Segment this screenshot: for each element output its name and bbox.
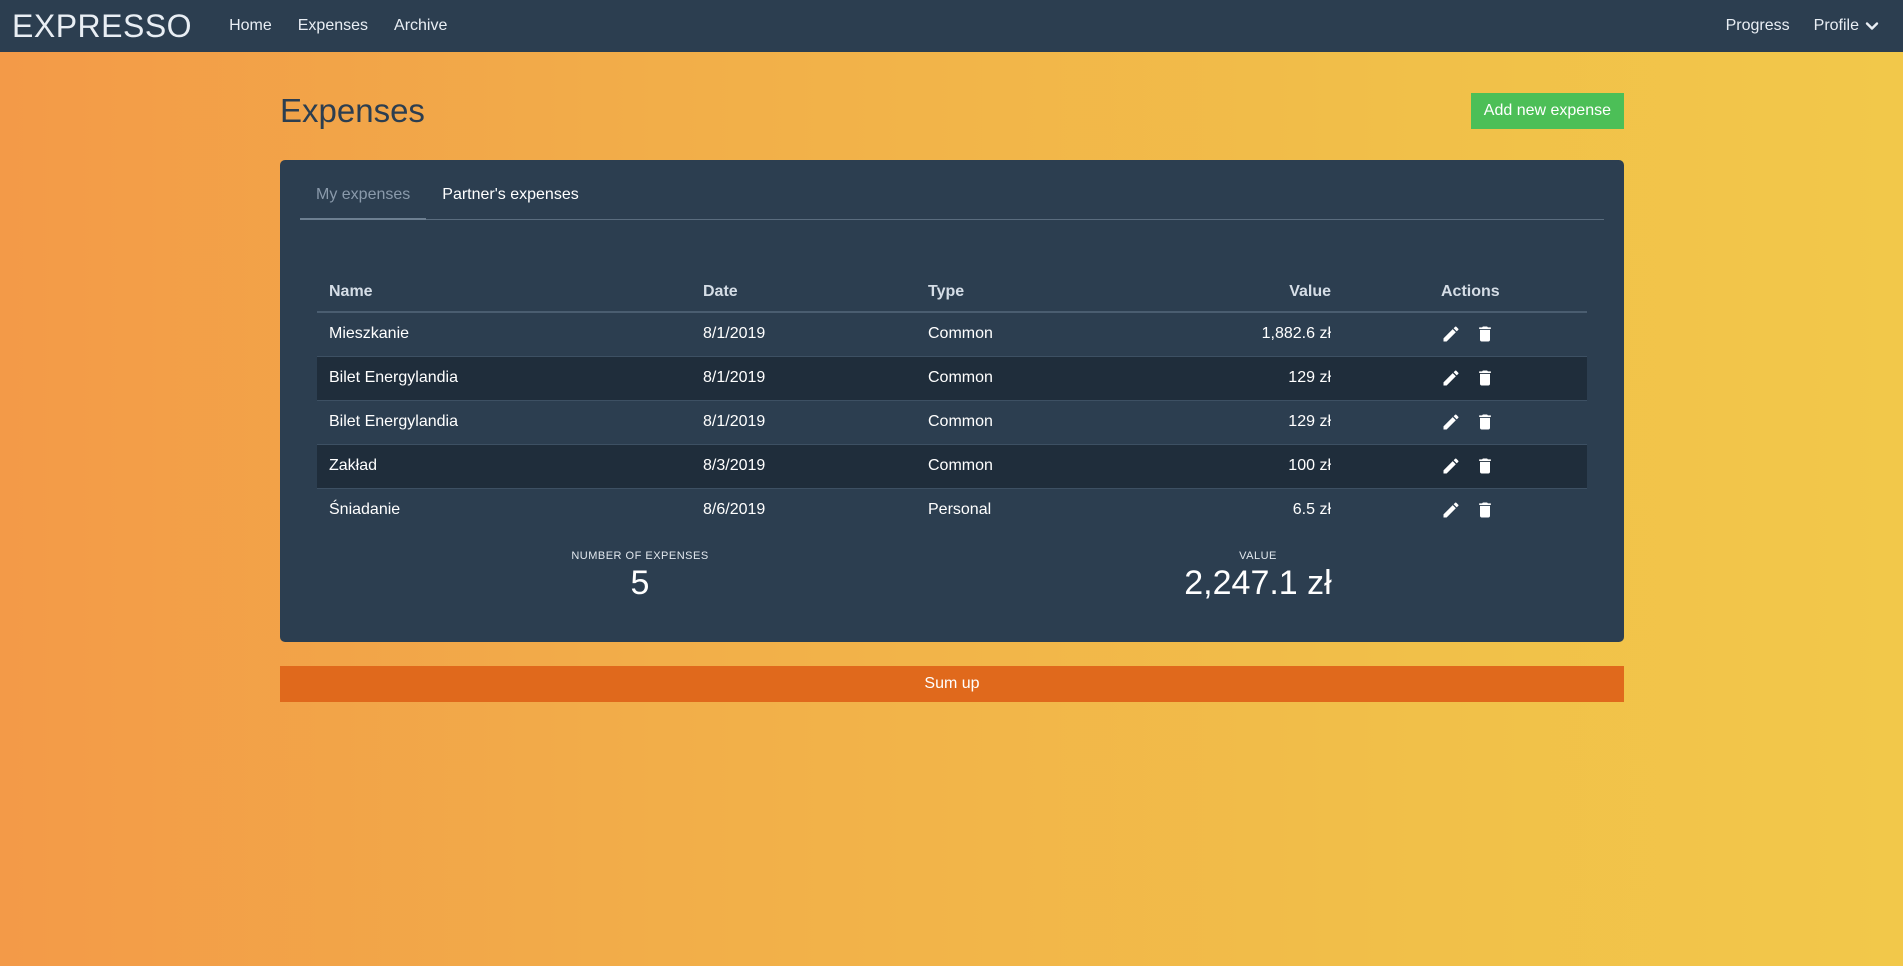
nav-home[interactable]: Home [229,17,272,35]
table-row: Mieszkanie 8/1/2019 Common 1,882.6 zł [317,312,1587,356]
pencil-icon[interactable] [1441,456,1461,476]
table-header-row: Name Date Type Value Actions [317,272,1587,313]
trash-icon[interactable] [1475,368,1495,388]
profile-dropdown[interactable]: Profile [1814,17,1879,35]
pencil-icon[interactable] [1441,412,1461,432]
expenses-table: Name Date Type Value Actions Mieszkanie … [317,272,1587,532]
brand-logo[interactable]: EXPRESSO [12,8,192,45]
table-row: Śniadanie 8/6/2019 Personal 6.5 zł [317,487,1587,532]
page-title: Expenses [280,92,425,129]
expense-stats: NUMBER OF EXPENSES 5 VALUE 2,247.1 zł [280,550,1624,620]
table-row: Bilet Energylandia 8/1/2019 Common 129 z… [317,355,1587,400]
trash-icon[interactable] [1475,412,1495,432]
cell-value: 6.5 zł [1126,487,1343,532]
cell-name: Bilet Energylandia [317,399,691,444]
cell-name: Bilet Energylandia [317,355,691,400]
cell-actions [1343,443,1587,488]
tab-my-expenses[interactable]: My expenses [300,182,427,220]
cell-type: Common [916,443,1126,488]
sum-up-button[interactable]: Sum up [280,666,1624,702]
expense-tabs: My expenses Partner's expenses [300,182,1604,220]
add-new-expense-button[interactable]: Add new expense [1470,93,1624,129]
header-type: Type [916,272,1126,313]
cell-date: 8/1/2019 [691,399,916,444]
stat-value: 2,247.1 zł [1184,564,1332,602]
trash-icon[interactable] [1475,500,1495,520]
cell-date: 8/3/2019 [691,443,916,488]
stat-label: NUMBER OF EXPENSES [571,550,709,562]
cell-name: Mieszkanie [329,325,410,343]
cell-actions [1343,355,1587,400]
table-row: Bilet Energylandia 8/1/2019 Common 129 z… [317,399,1587,444]
pencil-icon[interactable] [1441,500,1461,520]
cell-name: Zakład [317,443,691,488]
stat-total-value: VALUE 2,247.1 zł [1108,550,1408,603]
nav-progress[interactable]: Progress [1726,17,1790,35]
stat-number-of-expenses: NUMBER OF EXPENSES 5 [490,550,790,603]
cell-value: 1,882.6 zł [1261,325,1331,343]
tab-partners-expenses[interactable]: Partner's expenses [426,182,594,220]
header-actions: Actions [1343,272,1587,313]
navbar: EXPRESSO Home Expenses Archive Progress … [0,0,1903,52]
cell-date: 8/6/2019 [691,487,916,532]
pencil-icon[interactable] [1441,368,1461,388]
cell-date: 8/1/2019 [691,355,916,400]
cell-actions [1343,399,1587,444]
cell-name: Śniadanie [317,487,691,532]
cell-actions [1343,487,1587,532]
cell-value: 129 zł [1126,399,1343,444]
cell-value: 100 zł [1126,443,1343,488]
cell-actions [1343,312,1587,356]
trash-icon[interactable] [1475,456,1495,476]
stat-value: 5 [630,564,650,602]
expenses-card: My expenses Partner's expenses Name Date… [280,160,1624,642]
cell-type: Common [928,325,993,343]
cell-value: 129 zł [1126,355,1343,400]
cell-type: Common [916,399,1126,444]
page-header: Expenses Add new expense [280,52,1624,160]
nav-archive[interactable]: Archive [394,17,447,35]
stat-label: VALUE [1239,550,1277,562]
pencil-icon[interactable] [1441,324,1461,344]
trash-icon[interactable] [1475,324,1495,344]
header-date: Date [691,272,916,313]
main-content: Expenses Add new expense My expenses Par… [280,52,1624,702]
header-name: Name [317,272,691,313]
nav-expenses[interactable]: Expenses [298,17,368,35]
nav-right: Progress Profile [1714,17,1891,35]
chevron-down-icon [1865,22,1879,30]
table-row: Zakład 8/3/2019 Common 100 zł [317,443,1587,488]
header-value: Value [1126,272,1343,313]
cell-type: Common [916,355,1126,400]
cell-date: 8/1/2019 [703,325,766,343]
profile-label: Profile [1813,17,1859,34]
cell-type: Personal [916,487,1126,532]
